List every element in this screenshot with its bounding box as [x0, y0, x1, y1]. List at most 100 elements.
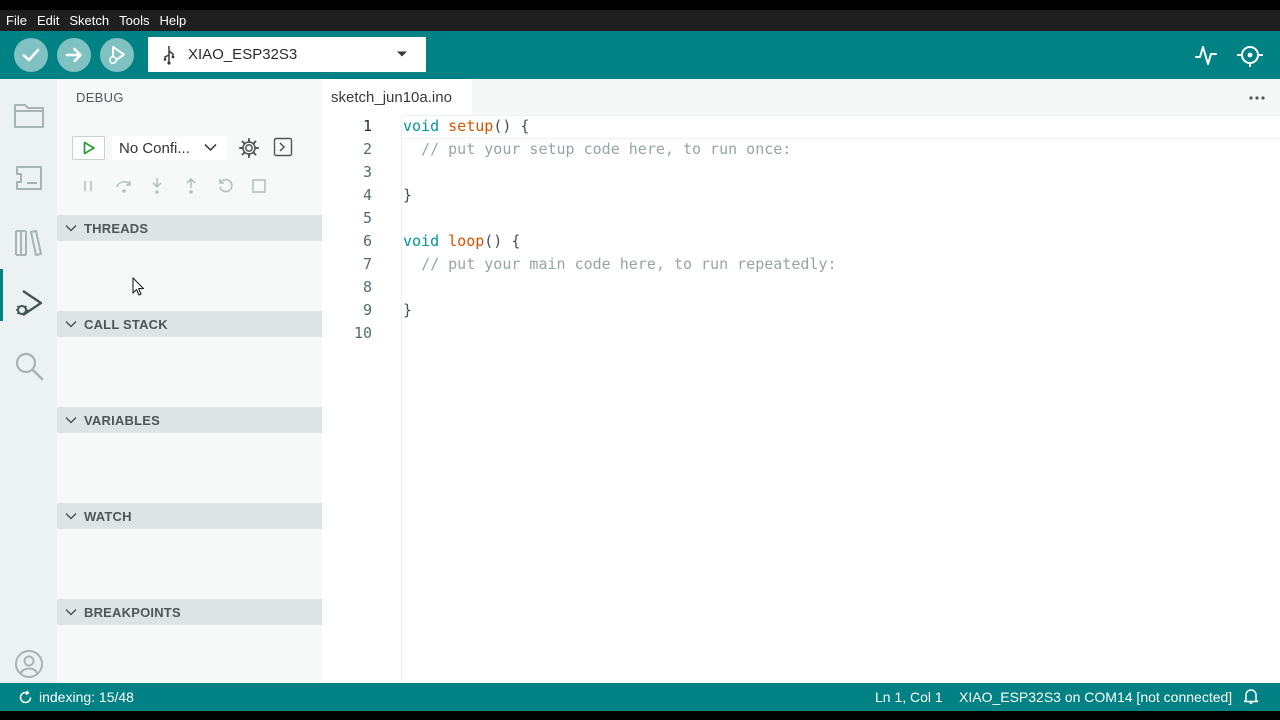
section-watch[interactable]: WATCH	[57, 503, 322, 529]
upload-button[interactable]	[57, 38, 91, 72]
editor-tab[interactable]: sketch_jun10a.ino	[322, 79, 472, 115]
line-code: void setup() {	[403, 117, 530, 135]
line-number: 2	[362, 140, 372, 158]
mouse-cursor-icon	[132, 277, 145, 296]
search-button[interactable]	[12, 349, 46, 383]
debug-panel: DEBUG No Confi... THREADS CALL STACK VAR…	[57, 79, 322, 683]
arrow-right-icon	[65, 47, 82, 63]
check-icon	[22, 48, 40, 62]
toolbar: XIAO_ESP32S3	[0, 31, 1280, 79]
step-out-icon	[186, 177, 196, 194]
chevron-down-icon	[65, 224, 77, 232]
menu-sketch[interactable]: Sketch	[69, 13, 109, 28]
chevron-down-icon	[65, 512, 77, 520]
serial-monitor-icon[interactable]	[1236, 43, 1264, 67]
line-code: void loop() {	[403, 232, 521, 250]
active-indicator	[0, 269, 3, 321]
line-number: 6	[362, 232, 372, 250]
bell-icon[interactable]	[1243, 688, 1259, 705]
code-line: 9 }	[322, 299, 1280, 322]
line-number: 3	[362, 163, 372, 181]
line-number: 7	[362, 255, 372, 273]
menu-edit[interactable]: Edit	[37, 13, 59, 28]
code-line: 7 // put your main code here, to run rep…	[322, 253, 1280, 276]
editor-tab-label: sketch_jun10a.ino	[331, 88, 452, 106]
code-editor: sketch_jun10a.ino 1 void setup() { 2 // …	[322, 79, 1280, 683]
debug-console-icon[interactable]	[273, 137, 293, 157]
library-manager-button[interactable]	[12, 225, 46, 259]
chevron-down-icon	[204, 143, 217, 152]
line-number: 8	[362, 278, 372, 296]
sketchbook-button[interactable]	[12, 98, 46, 132]
step-into-icon	[152, 178, 162, 194]
section-call-stack-label: CALL STACK	[84, 316, 168, 332]
board-port-status[interactable]: XIAO_ESP32S3 on COM14 [not connected]	[959, 689, 1232, 705]
section-call-stack[interactable]: CALL STACK	[57, 311, 322, 337]
serial-plotter-icon[interactable]	[1194, 43, 1218, 67]
debug-controls	[81, 177, 285, 195]
line-number: 4	[362, 186, 372, 204]
step-into-button[interactable]	[149, 177, 183, 195]
restart-icon	[219, 178, 233, 193]
chevron-down-icon	[65, 608, 77, 616]
menu-help[interactable]: Help	[159, 13, 186, 28]
code-line: 8	[322, 276, 1280, 299]
code-line: 5	[322, 207, 1280, 230]
debug-config-select[interactable]: No Confi...	[112, 136, 227, 160]
menu-file[interactable]: File	[6, 13, 27, 28]
account-button[interactable]	[12, 647, 46, 681]
chevron-down-icon	[65, 320, 77, 328]
code-line: 4 }	[322, 184, 1280, 207]
debug-button[interactable]	[100, 38, 134, 72]
debug-view-button[interactable]	[12, 286, 46, 320]
board-name: XIAO_ESP32S3	[188, 46, 298, 63]
step-out-button[interactable]	[183, 177, 217, 195]
code-line: 2 // put your setup code here, to run on…	[322, 138, 1280, 161]
menu-tools[interactable]: Tools	[119, 13, 149, 28]
cursor-position[interactable]: Ln 1, Col 1	[875, 689, 943, 705]
line-code: }	[403, 301, 413, 319]
line-code: // put your setup code here, to run once…	[421, 140, 792, 158]
section-watch-label: WATCH	[84, 508, 132, 524]
section-threads-label: THREADS	[84, 220, 149, 236]
code-line: 3	[322, 161, 1280, 184]
section-breakpoints-label: BREAKPOINTS	[84, 604, 181, 620]
step-over-button[interactable]	[115, 177, 149, 195]
start-debugging-button[interactable]	[72, 136, 105, 160]
section-threads[interactable]: THREADS	[57, 215, 322, 241]
verify-button[interactable]	[14, 38, 48, 72]
sync-icon	[19, 689, 32, 703]
line-number: 9	[362, 301, 372, 319]
code-area[interactable]: 1 void setup() { 2 // put your setup cod…	[322, 115, 1280, 683]
pause-button[interactable]	[81, 177, 115, 195]
stop-button[interactable]	[251, 177, 285, 195]
indexing-status: indexing: 15/48	[18, 689, 134, 705]
more-options-icon[interactable]	[1248, 89, 1266, 107]
status-bar: indexing: 15/48 Ln 1, Col 1 XIAO_ESP32S3…	[0, 683, 1280, 711]
section-variables-label: VARIABLES	[84, 412, 160, 428]
section-variables[interactable]: VARIABLES	[57, 407, 322, 433]
account-icon	[15, 650, 43, 678]
line-number: 10	[353, 324, 372, 342]
gear-icon[interactable]	[238, 137, 260, 159]
board-selector[interactable]: XIAO_ESP32S3	[148, 37, 426, 72]
debug-icon	[16, 290, 43, 316]
line-code: }	[403, 186, 413, 204]
chevron-down-icon	[65, 416, 77, 424]
section-breakpoints[interactable]: BREAKPOINTS	[57, 599, 322, 625]
restart-button[interactable]	[217, 177, 251, 195]
debug-config-label: No Confi...	[119, 139, 190, 157]
folder-icon	[14, 104, 44, 128]
activity-bar	[0, 79, 57, 683]
line-number: 5	[362, 209, 372, 227]
line-number: 1	[362, 117, 372, 135]
library-icon	[15, 230, 42, 256]
search-icon	[15, 352, 44, 381]
usb-icon	[163, 45, 175, 65]
arduino-ide-window: File Edit Sketch Tools Help XIAO_ESP32S3	[0, 10, 1280, 711]
debug-icon	[108, 46, 125, 65]
play-icon	[83, 141, 95, 155]
boards-manager-button[interactable]	[12, 161, 46, 195]
line-code: // put your main code here, to run repea…	[421, 255, 837, 273]
pause-icon	[84, 181, 92, 191]
